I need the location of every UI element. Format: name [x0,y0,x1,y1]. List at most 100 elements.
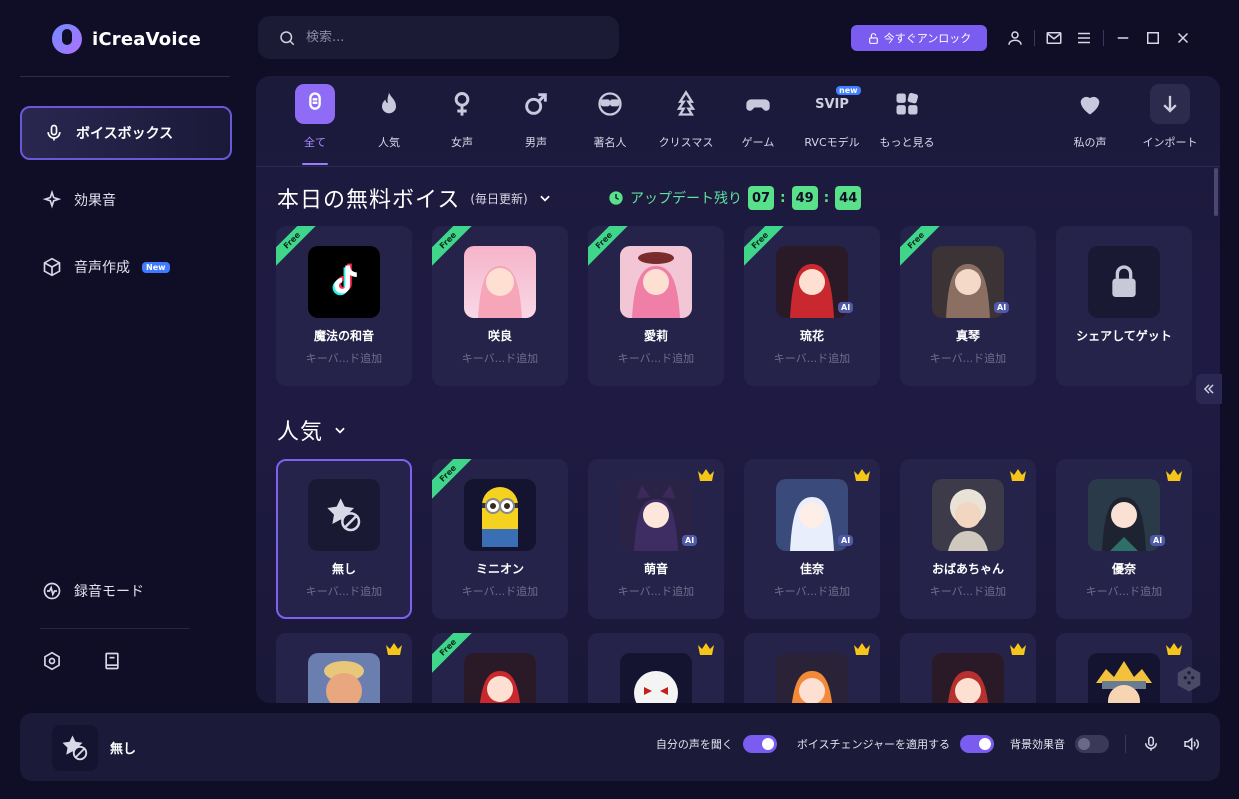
voice-card[interactable]: Free ミニオン キーバ...ド追加 [432,459,568,619]
voice-card[interactable]: AI 萌音 キーバ...ド追加 [588,459,724,619]
chevron-down-icon[interactable] [538,186,552,211]
trump-avatar [308,653,380,703]
search-input[interactable] [306,30,596,45]
tab-label: 男声 [525,136,547,149]
voice-changer-toggle[interactable] [960,735,994,753]
ai-badge: AI [838,302,854,313]
anime-girl-orange-avatar [776,653,848,703]
crown-icon [698,469,714,481]
tab-celebrity[interactable]: 著名人 [574,84,646,166]
voice-name: 真琴 [955,329,980,343]
voice-card[interactable]: AI 佳奈 キーバ...ド追加 [744,459,880,619]
add-keyword-link[interactable]: キーバ...ド追加 [900,350,1036,366]
add-keyword-link[interactable]: キーバ...ド追加 [432,583,568,599]
add-keyword-link[interactable]: キーバ...ド追加 [744,350,880,366]
tab-label: もっと見る [879,136,935,149]
voice-card[interactable]: Free 魔法の和音 キーバ...ド追加 [276,226,412,386]
current-voice-name: 無し [110,742,137,757]
menu-button[interactable] [1069,26,1099,50]
voice-card[interactable]: 無し キーバ...ド追加 [276,459,412,619]
mail-button[interactable] [1039,26,1069,50]
male-icon [525,93,547,115]
voice-card[interactable]: Free AI 琉花 キーバ...ド追加 [744,226,880,386]
voice-card[interactable]: おばあちゃん キーバ...ド追加 [900,459,1036,619]
mic-icon[interactable] [1142,735,1160,753]
voice-name: 魔法の和音 [313,329,374,343]
voice-card[interactable] [588,633,724,703]
voice-card[interactable] [1056,633,1192,703]
voice-card[interactable]: Free AI 真琴 キーバ...ド追加 [900,226,1036,386]
divider [40,628,190,629]
tab-christmas[interactable]: クリスマス [650,84,722,166]
ai-badge: AI [994,302,1010,313]
sidebar-item-sound-effects[interactable]: 効果音 [20,173,232,227]
listen-toggle[interactable] [742,735,777,753]
book-icon[interactable] [102,651,122,671]
chevron-down-icon[interactable] [333,418,347,443]
sidebar-item-voicebox[interactable]: ボイスボックス [20,106,232,160]
timer-hours: 07 [748,186,774,210]
download-icon [1163,95,1177,113]
voice-card[interactable]: Free 咲良 キーバ...ド追加 [432,226,568,386]
dice-icon[interactable] [1174,664,1204,694]
tab-female[interactable]: 女声 [426,84,498,166]
share-unlock-card[interactable]: シェアしてゲット [1056,226,1192,386]
unlock-button[interactable]: 今すぐアンロック [851,25,987,51]
female-icon [454,92,470,116]
voice-name: おばあちゃん [931,562,1004,576]
tab-game[interactable]: ゲーム [722,84,794,166]
scrollbar[interactable] [1214,168,1218,216]
tab-import[interactable]: インポート [1134,84,1206,166]
search-bar[interactable] [258,16,619,59]
add-keyword-link[interactable]: キーバ...ド追加 [278,583,410,599]
tab-popular[interactable]: 人気 [353,84,425,166]
add-keyword-link[interactable]: キーバ...ド追加 [744,583,880,599]
user-button[interactable] [1000,26,1030,50]
crown-icon [1166,643,1182,655]
tab-label: クリスマス [658,136,714,149]
skull-mask-avatar [620,653,692,703]
minimize-icon [1117,37,1129,39]
add-keyword-link[interactable]: キーバ...ド追加 [588,350,724,366]
gamepad-icon [746,99,770,111]
sidebar-item-voice-creation[interactable]: 音声作成 New [20,240,232,294]
minimize-button[interactable] [1108,26,1138,50]
close-button[interactable] [1168,26,1198,50]
anime-girl-avatar [464,246,536,318]
voice-name: 咲良 [487,329,512,343]
anime-girl-red2-avatar [932,653,1004,703]
add-keyword-link[interactable]: キーバ...ド追加 [276,350,412,366]
voice-card[interactable]: AI 優奈 キーバ...ド追加 [1056,459,1192,619]
voice-name: 愛莉 [643,329,668,343]
add-keyword-link[interactable]: キーバ...ド追加 [900,583,1036,599]
anime-girl-pink-avatar [620,246,692,318]
voice-card[interactable]: Free 愛莉 キーバ...ド追加 [588,226,724,386]
crown-icon [854,469,870,481]
sidebar-item-recording-mode[interactable]: 録音モード [20,564,232,618]
tab-all[interactable]: 全て [279,84,351,166]
add-keyword-link[interactable]: キーバ...ド追加 [432,350,568,366]
tab-more[interactable]: もっと見る [871,84,943,166]
voice-card[interactable] [744,633,880,703]
user-icon [1008,31,1022,45]
crown-icon [698,643,714,655]
voice-card[interactable] [276,633,412,703]
add-keyword-link[interactable]: キーバ...ド追加 [1056,583,1192,599]
tab-male[interactable]: 男声 [500,84,572,166]
voice-card[interactable] [900,633,1036,703]
divider [1103,30,1104,46]
mic-icon [47,124,61,141]
bg-effect-toggle[interactable] [1075,735,1109,753]
current-voice-avatar [52,725,98,771]
settings-icon[interactable] [42,651,62,671]
tab-my-voice[interactable]: 私の声 [1054,84,1126,166]
ai-badge: AI [1150,535,1166,546]
app-name: iCreaVoice [92,28,201,50]
collapse-panel-button[interactable] [1196,374,1222,404]
maximize-button[interactable] [1138,26,1168,50]
crown-icon [1010,469,1026,481]
voice-card[interactable]: Free [432,633,568,703]
speaker-icon[interactable] [1182,735,1200,753]
add-keyword-link[interactable]: キーバ...ド追加 [588,583,724,599]
tab-rvc-model[interactable]: SVIP new RVCモデル [796,84,868,166]
